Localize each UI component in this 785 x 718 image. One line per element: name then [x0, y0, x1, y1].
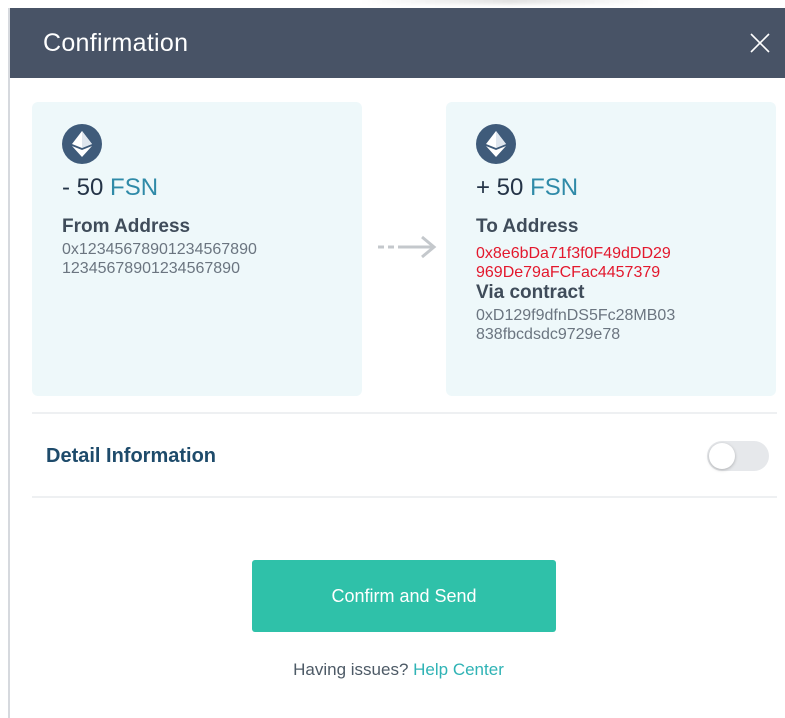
ethereum-icon [476, 124, 516, 164]
confirm-and-send-button[interactable]: Confirm and Send [252, 560, 556, 632]
to-address-line1: 0x8e6bDa71f3f0F49dDD29 [476, 245, 671, 262]
detail-information-label: Detail Information [46, 444, 217, 467]
from-address-label: From Address [62, 216, 191, 237]
help-text: Having issues? Help Center [10, 660, 785, 680]
dashed-arrow-right-icon [374, 232, 444, 262]
via-contract-label: Via contract [476, 282, 585, 303]
help-prompt: Having issues? [293, 660, 409, 679]
from-card: - 50 FSN From Address 0x1234567890123456… [32, 102, 362, 396]
from-amount-unit: FSN [110, 174, 159, 201]
top-strip [0, 0, 785, 8]
contract-address-line1: 0xD129f9dfnDS5Fc28MB03 [476, 307, 676, 324]
from-amount-value: - 50 [62, 174, 104, 201]
from-address-line2: 12345678901234567890 [62, 260, 240, 277]
to-card: + 50 FSN To Address 0x8e6bDa71f3f0F49dDD… [446, 102, 776, 396]
to-amount: + 50 FSN [476, 174, 746, 202]
toggle-knob [709, 443, 735, 469]
detail-information-toggle[interactable] [707, 441, 769, 471]
to-address-label: To Address [476, 216, 579, 237]
from-amount: - 50 FSN [62, 174, 332, 202]
from-address-line1: 0x12345678901234567890 [62, 241, 257, 258]
help-center-link[interactable]: Help Center [413, 660, 504, 679]
close-icon[interactable] [745, 28, 775, 58]
contract-address-line2: 838fbcdsdc9729e78 [476, 326, 621, 343]
to-amount-value: + 50 [476, 174, 524, 201]
to-address-line2: 969De79aFCFac4457379 [476, 264, 661, 281]
dialog-header: Confirmation [10, 8, 785, 78]
confirmation-dialog: Confirmation - 50 FSN From Address 0x123… [8, 8, 785, 718]
detail-information-row: Detail Information [32, 416, 777, 496]
to-amount-unit: FSN [530, 174, 579, 201]
transfer-cards: - 50 FSN From Address 0x1234567890123456… [32, 102, 777, 396]
ethereum-icon [62, 124, 102, 164]
divider [32, 412, 777, 414]
dialog-title: Confirmation [43, 28, 189, 57]
divider [32, 496, 777, 498]
